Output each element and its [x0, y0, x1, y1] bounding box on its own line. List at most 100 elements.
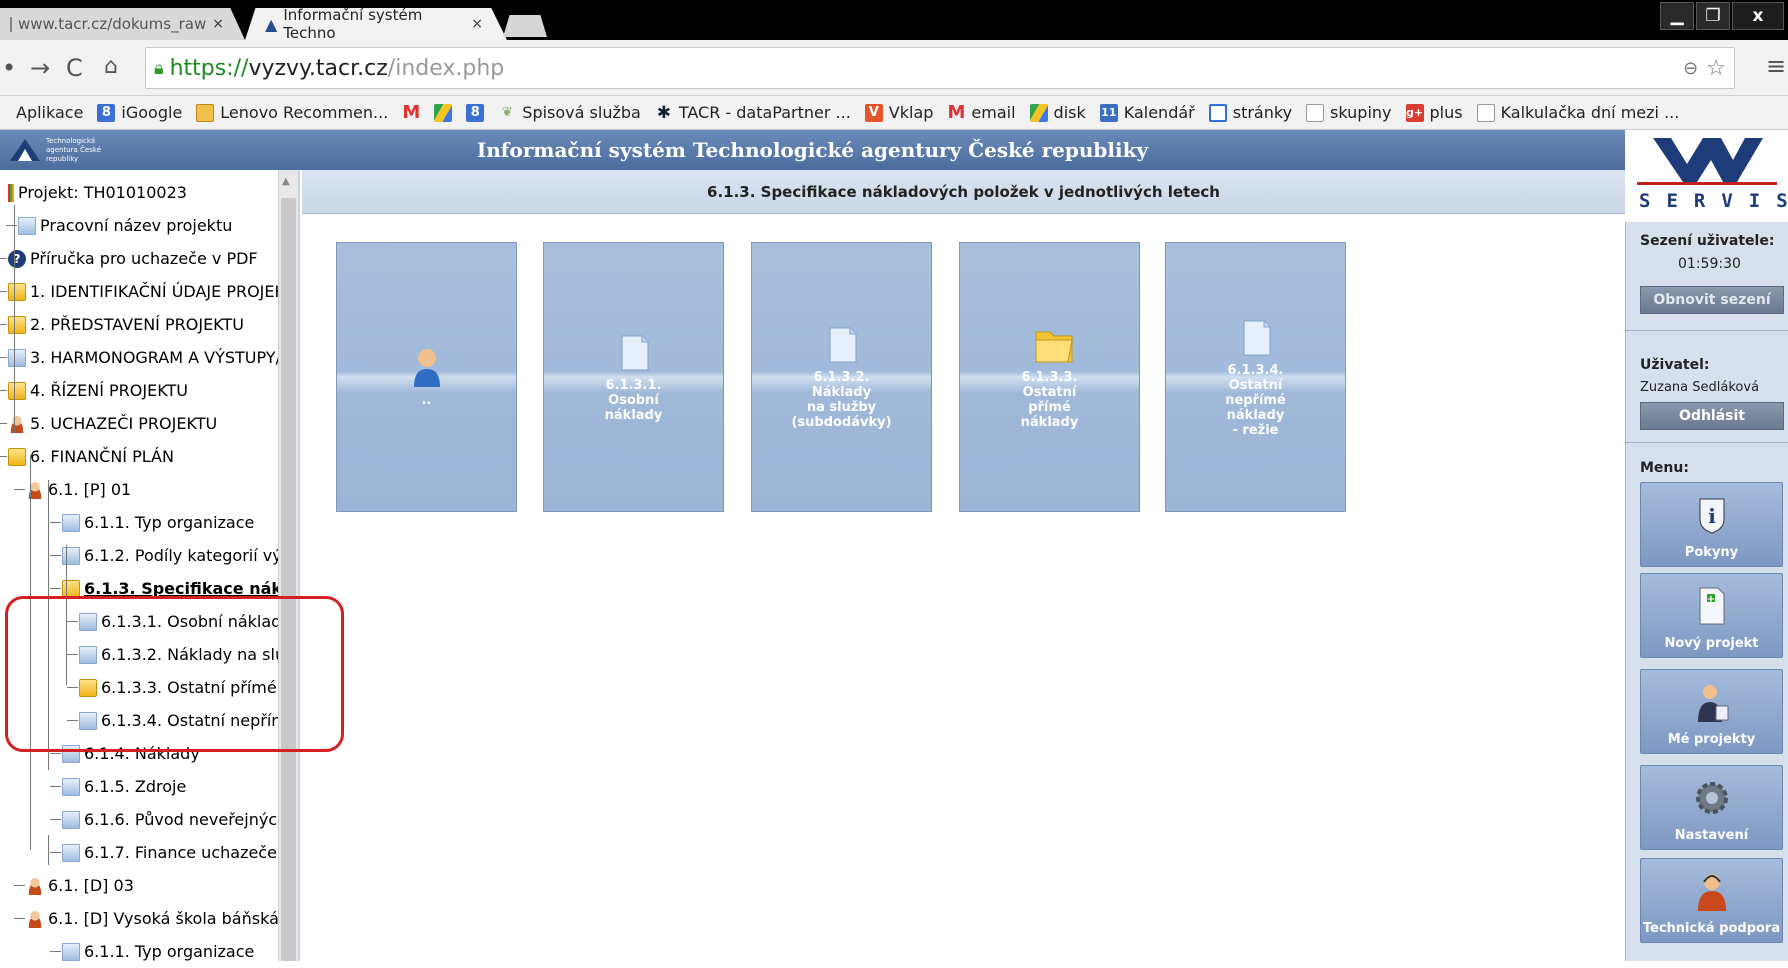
menu-button[interactable]: Mé projekty [1640, 669, 1783, 754]
panel-divider [1625, 442, 1788, 443]
tree-item-label: Příručka pro uchazeče v PDF [30, 249, 258, 268]
menu-button[interactable]: Technická podpora [1640, 858, 1783, 943]
section-title: 6.1.3. Specifikace nákladových položek v… [707, 182, 1220, 201]
user-label: Uživatel: [1640, 357, 1710, 373]
tree-connector [0, 423, 7, 424]
bookmark-spisova[interactable]: ❦ Spisová služba [498, 103, 641, 122]
tree-item[interactable]: 6.1. [P] 01 [26, 473, 278, 506]
close-window-button[interactable]: x [1732, 2, 1784, 30]
tree-item[interactable]: 4. ŘÍZENÍ PROJEKTU [8, 374, 278, 407]
bookmark-disk[interactable]: disk [1029, 103, 1086, 122]
doc-icon [1240, 317, 1272, 357]
tile-label: 6.1.3.3. Ostatní přímé náklady [1020, 370, 1079, 430]
menu-button[interactable]: + Nový projekt [1640, 573, 1783, 658]
minimize-button[interactable]: ▁ [1660, 2, 1694, 30]
tree-item[interactable]: 6.1. [D] 03 [26, 869, 278, 902]
tree-item[interactable]: 6.1.1. Typ organizace [62, 935, 278, 968]
bookmark-gmail[interactable]: M [402, 101, 421, 123]
tree-connector [50, 819, 61, 820]
bookmark-email[interactable]: Memail [947, 103, 1015, 122]
menu-label: Menu: [1640, 460, 1689, 476]
tree-item[interactable]: Projekt: TH01010023 [8, 176, 278, 209]
tile-label: 6.1.3.1. Osobní náklady [604, 377, 663, 423]
logout-button[interactable]: Odhlásit [1640, 402, 1784, 430]
close-tab-icon[interactable]: × [471, 16, 483, 32]
doc-icon [62, 546, 80, 565]
reload-icon[interactable]: C [66, 54, 83, 82]
support-icon [1694, 871, 1730, 911]
bookmark-drive[interactable] [434, 103, 453, 122]
nav-tile[interactable]: 6.1.3.1. Osobní náklady [543, 242, 724, 512]
nav-tile[interactable]: 6.1.3.3. Ostatní přímé náklady [959, 242, 1140, 512]
tree-item[interactable]: 6.1.2. Podíly kategorií výzkumu [62, 539, 278, 572]
back-icon[interactable]: • [2, 54, 16, 82]
bookmark-kalkulacka[interactable]: Kalkulačka dní mezi ... [1476, 103, 1679, 122]
tree-item[interactable]: 6.1. [D] Vysoká škola báňská - Technická… [26, 902, 278, 935]
menu-icon[interactable]: ≡ [1766, 52, 1786, 80]
vav-servis-logo: SERVIS [1625, 130, 1788, 222]
bookmark-vklap[interactable]: V Vklap [864, 103, 933, 122]
menu-button-label: Pokyny [1684, 545, 1739, 560]
scrollbar-thumb[interactable] [281, 198, 296, 961]
tree-connector [14, 918, 25, 919]
menu-button[interactable]: Nastavení [1640, 765, 1783, 850]
tree-item[interactable]: 6. FINANČNÍ PLÁN [8, 440, 278, 473]
tree-connector [50, 753, 61, 754]
forward-icon[interactable]: → [30, 54, 50, 82]
scroll-up-icon[interactable]: ▲ [282, 176, 290, 187]
calendar-icon: 11 [1099, 103, 1118, 122]
gmail-icon: M [402, 101, 421, 123]
maximize-button[interactable]: ❐ [1696, 2, 1730, 30]
drive-icon [434, 103, 453, 122]
tree-connector [0, 390, 7, 391]
user-icon [26, 909, 44, 928]
menu-button-label: Technická podpora [1642, 921, 1781, 936]
zoom-icon[interactable]: ⊖ [1683, 58, 1698, 79]
tree-item[interactable]: 1. IDENTIFIKAČNÍ ÚDAJE PROJEKTU [8, 275, 278, 308]
tree-connector [14, 489, 25, 490]
tree-connector [14, 885, 25, 886]
bookmark-skupiny[interactable]: skupiny [1306, 103, 1392, 122]
tacr-logo[interactable]: Technologická agentura České republiky [8, 133, 148, 167]
new-tab-button[interactable] [503, 15, 547, 37]
home-icon[interactable]: ⌂ [104, 54, 118, 79]
doc-icon [62, 513, 80, 532]
star-icon[interactable]: ☆ [1706, 56, 1726, 81]
tree-item[interactable]: 2. PŘEDSTAVENÍ PROJEKTU [8, 308, 278, 341]
bookmark-kalendar[interactable]: 11 Kalendář [1099, 103, 1195, 122]
leaf-icon: ❦ [501, 104, 513, 120]
close-tab-icon[interactable]: × [212, 16, 224, 32]
bookmark-apps[interactable]: Aplikace [16, 103, 83, 122]
bookmark-plus[interactable]: g+ plus [1405, 103, 1463, 122]
address-bar[interactable]: 🔒︎ https:// vyzvy.tacr.cz /index.php ⊖ ☆ [145, 47, 1735, 89]
tree-item[interactable]: 6.1.7. Finance uchazeče za projekt [62, 836, 278, 869]
browser-tab-1[interactable]: www.tacr.cz/dokums_raw × [0, 8, 245, 40]
tree-item[interactable]: ? Příručka pro uchazeče v PDF [8, 242, 278, 275]
bookmark-stranky[interactable]: stránky [1208, 103, 1292, 122]
info-shield-icon: i [1694, 495, 1730, 535]
tacr-logo-icon [10, 139, 40, 161]
menu-button[interactable]: i Pokyny [1640, 482, 1783, 567]
renew-session-button[interactable]: Obnovit sezení [1640, 286, 1784, 314]
doc-icon [618, 332, 650, 372]
tree-item[interactable]: 6.1.5. Zdroje [62, 770, 278, 803]
nav-tile[interactable]: 6.1.3.2. Náklady na služby (subdodávky) [751, 242, 932, 512]
browser-tab-2[interactable]: ▲ Informační systém Techno × [245, 8, 507, 40]
folder-icon [196, 103, 215, 122]
tree-item[interactable]: 6.1.1. Typ organizace [62, 506, 278, 539]
nav-tile[interactable]: .. [336, 242, 517, 512]
tree-item[interactable]: 6.1.6. Původ neveřejných zdrojů [62, 803, 278, 836]
tree-item[interactable]: Pracovní název projektu [18, 209, 278, 242]
tree-connector [50, 951, 61, 952]
tree-item[interactable]: 5. UCHAZEČI PROJEKTU [8, 407, 278, 440]
bookmark-igoogle[interactable]: 8 iGoogle [97, 103, 182, 122]
tree-item-label: Projekt: TH01010023 [18, 183, 187, 202]
bookmark-lenovo[interactable]: Lenovo Recommen... [196, 103, 388, 122]
tree-item-label: 5. UCHAZEČI PROJEKTU [30, 414, 218, 433]
bookmark-google[interactable]: 8 [466, 103, 485, 122]
tab-label: www.tacr.cz/dokums_raw [18, 15, 207, 33]
bookmark-tacr-datapartner[interactable]: ✱ TACR - dataPartner ... [655, 103, 851, 122]
nav-tile[interactable]: 6.1.3.4. Ostatní nepřímé náklady - režie [1165, 242, 1346, 512]
tab-label: Informační systém Techno [283, 6, 423, 42]
tree-item[interactable]: 3. HARMONOGRAM A VÝSTUPY/VÝSLEDKY [8, 341, 278, 374]
